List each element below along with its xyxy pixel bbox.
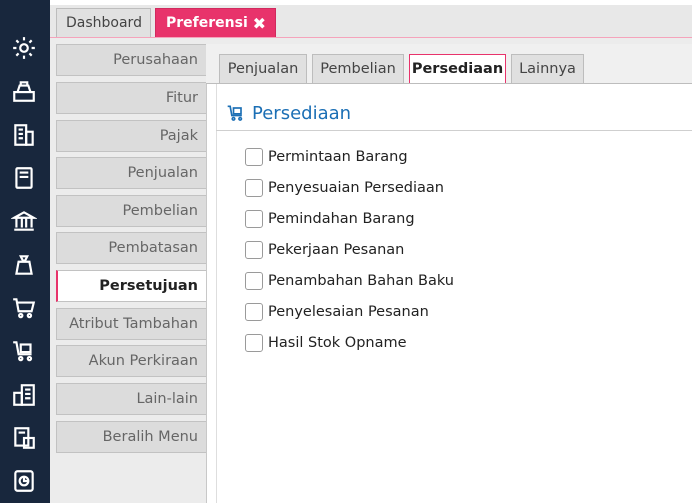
close-icon[interactable]: ✖ xyxy=(253,14,266,33)
checkbox-pekerjaan-pesanan[interactable]: Pekerjaan Pesanan xyxy=(245,241,404,259)
subtab-pembelian[interactable]: Pembelian xyxy=(312,54,404,84)
tab-dashboard-label: Dashboard xyxy=(66,15,142,31)
checkbox-label: Hasil Stok Opname xyxy=(268,335,407,351)
cart-box-icon[interactable] xyxy=(10,337,38,365)
subtab-lainnya[interactable]: Lainnya xyxy=(511,54,584,84)
sidebar-item-penjualan[interactable]: Penjualan xyxy=(56,157,206,189)
checkbox-label: Pekerjaan Pesanan xyxy=(268,242,405,258)
checkbox-hasil-stok-opname[interactable]: Hasil Stok Opname xyxy=(245,334,407,352)
sidebar-item-perusahaan[interactable]: Perusahaan xyxy=(56,44,206,76)
checkbox-box[interactable] xyxy=(245,303,263,321)
checkbox-pemindahan-barang[interactable]: Pemindahan Barang xyxy=(245,210,415,228)
sidebar-item-fitur[interactable]: Fitur xyxy=(56,82,206,114)
checkbox-label: Penyesuaian Persediaan xyxy=(268,180,444,196)
subtab-persediaan[interactable]: Persediaan xyxy=(409,54,506,85)
app-icon-bar xyxy=(0,0,50,503)
tab-dashboard[interactable]: Dashboard xyxy=(56,8,151,38)
tab-preferensi[interactable]: Preferensi ✖ xyxy=(155,8,276,38)
cart-box-icon xyxy=(227,105,243,121)
sidebar-item-beralih-menu[interactable]: Beralih Menu xyxy=(56,421,206,453)
checkbox-label: Permintaan Barang xyxy=(268,149,408,165)
checkbox-box[interactable] xyxy=(245,148,263,166)
checkbox-box[interactable] xyxy=(245,179,263,197)
checkbox-box[interactable] xyxy=(245,272,263,290)
sidebar-item-pajak[interactable]: Pajak xyxy=(56,120,206,152)
section-header: Persediaan xyxy=(226,101,351,125)
subtab-bar: Penjualan Pembelian Persediaan Lainnya xyxy=(206,44,692,85)
section-title: Persediaan xyxy=(252,102,352,124)
sidebar-item-persetujuan[interactable]: Persetujuan xyxy=(56,270,206,302)
section-panel xyxy=(216,84,692,503)
checkbox-label: Penyelesaian Pesanan xyxy=(268,304,429,320)
section-divider xyxy=(216,130,692,131)
checkbox-permintaan-barang[interactable]: Permintaan Barang xyxy=(245,148,408,166)
checkbox-box[interactable] xyxy=(245,210,263,228)
checkbox-box[interactable] xyxy=(245,334,263,352)
company-icon[interactable] xyxy=(10,381,38,409)
gear-icon[interactable] xyxy=(10,34,38,62)
checkbox-label: Pemindahan Barang xyxy=(268,211,415,227)
ledger-book-icon[interactable] xyxy=(10,164,38,192)
money-bag-icon[interactable] xyxy=(10,251,38,279)
sidebar-item-pembelian[interactable]: Pembelian xyxy=(56,195,206,227)
checkbox-penambahan-bahan-baku[interactable]: Penambahan Bahan Baku xyxy=(245,272,454,290)
bank-icon[interactable] xyxy=(10,207,38,235)
checkbox-penyelesaian-pesanan[interactable]: Penyelesaian Pesanan xyxy=(245,303,429,321)
window-tab-bar: Dashboard Preferensi ✖ xyxy=(50,6,692,38)
cash-register-icon[interactable] xyxy=(10,77,38,105)
subtab-penjualan[interactable]: Penjualan xyxy=(219,54,307,84)
checkbox-label: Penambahan Bahan Baku xyxy=(268,273,454,289)
tab-preferensi-label: Preferensi xyxy=(166,15,248,31)
tax-calculator-icon[interactable] xyxy=(10,424,38,452)
sidebar-item-lain-lain[interactable]: Lain-lain xyxy=(56,383,206,415)
sidebar-item-pembatasan[interactable]: Pembatasan xyxy=(56,232,206,264)
checkbox-penyesuaian-persediaan[interactable]: Penyesuaian Persediaan xyxy=(245,179,444,197)
sidebar-item-akun-perkiraan[interactable]: Akun Perkiraan xyxy=(56,345,206,377)
checkbox-box[interactable] xyxy=(245,241,263,259)
cart-icon[interactable] xyxy=(10,294,38,322)
sidebar-item-atribut-tambahan[interactable]: Atribut Tambahan xyxy=(56,308,206,340)
building-icon[interactable] xyxy=(10,121,38,149)
report-chart-icon[interactable] xyxy=(10,467,38,495)
